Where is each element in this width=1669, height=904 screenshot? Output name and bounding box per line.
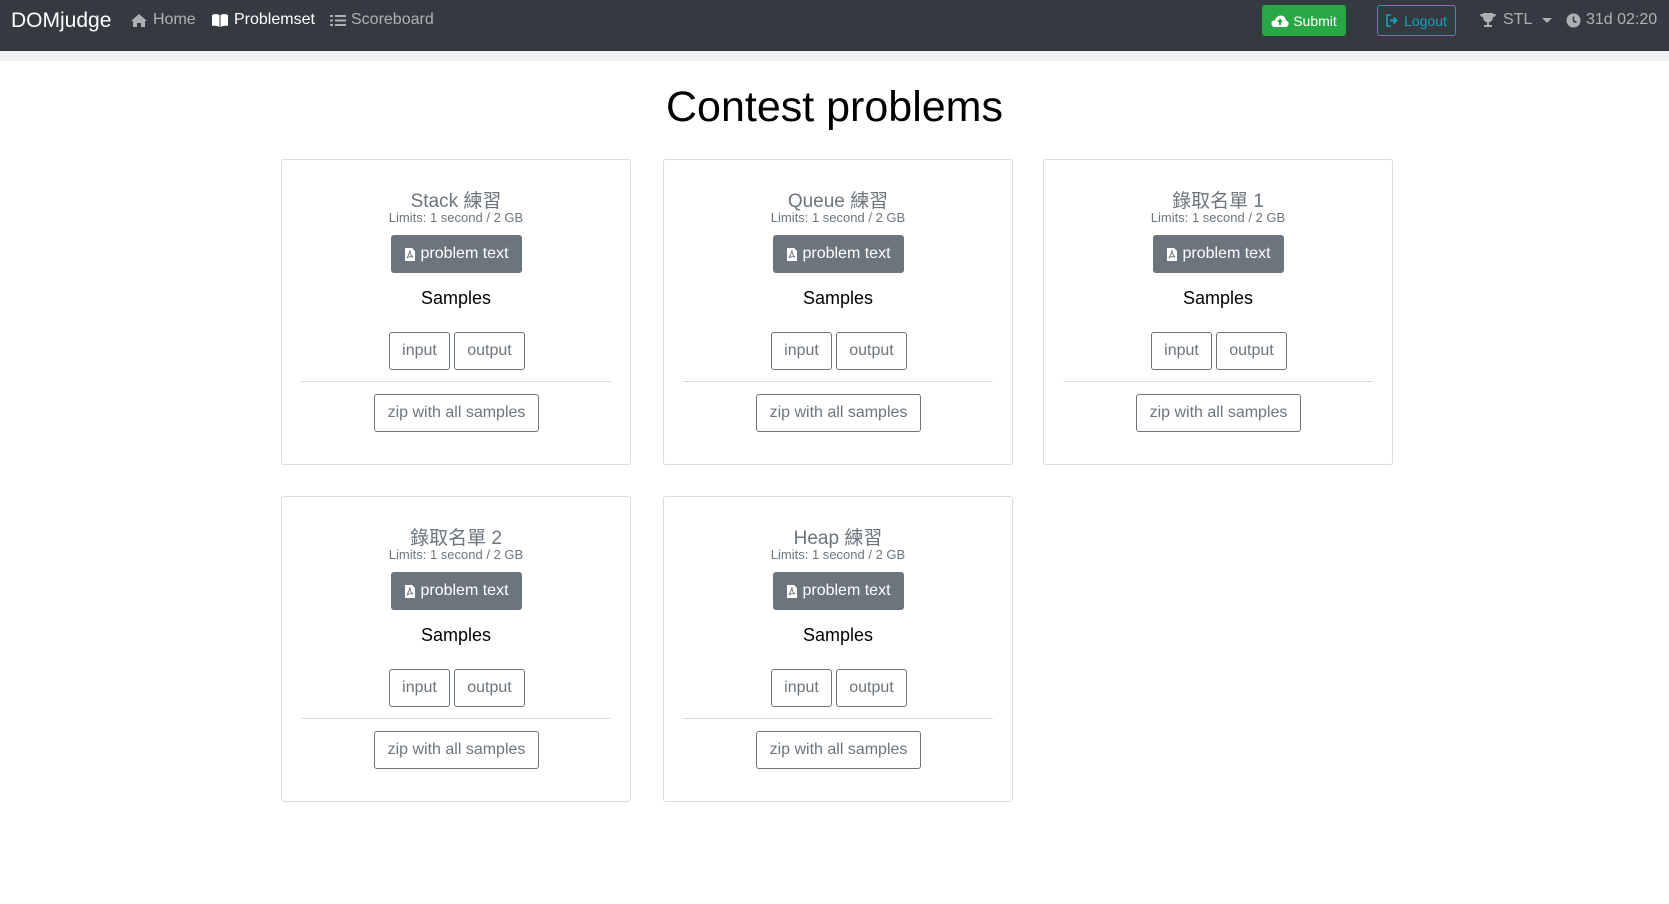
logout-label: Logout — [1404, 12, 1447, 29]
problem-limits: Limits: 1 second / 2 GB — [1150, 210, 1286, 225]
brand-logo[interactable]: DOMjudge — [11, 9, 111, 33]
nav-problemset-link[interactable]: Problemset — [211, 11, 315, 29]
samples-heading: Samples — [420, 625, 492, 645]
logout-button[interactable]: Logout — [1377, 5, 1456, 36]
problem-limits: Limits: 1 second / 2 GB — [770, 210, 906, 225]
zip-samples-button[interactable]: zip with all samples — [374, 731, 539, 769]
contest-dropdown[interactable]: STL — [1479, 11, 1553, 29]
nav-scoreboard-link[interactable]: Scoreboard — [330, 11, 434, 29]
problem-card: Queue 練習 Limits: 1 second / 2 GB problem… — [663, 159, 1013, 465]
samples-heading: Samples — [802, 288, 874, 308]
sample-output-button[interactable]: output — [836, 669, 907, 707]
submit-button[interactable]: Submit — [1262, 5, 1346, 36]
file-pdf-icon — [405, 584, 416, 598]
problem-text-label: problem text — [1182, 245, 1271, 262]
sign-out-icon — [1386, 14, 1398, 27]
nav-home-label: Home — [153, 11, 196, 28]
sample-output-button[interactable]: output — [836, 332, 907, 370]
file-pdf-icon — [405, 247, 416, 261]
card-divider — [683, 381, 993, 382]
problem-name: Stack 練習 — [410, 191, 502, 212]
card-divider — [301, 381, 611, 382]
card-divider — [301, 718, 611, 719]
problem-name: Queue 練習 — [787, 191, 889, 212]
problem-limits: Limits: 1 second / 2 GB — [388, 210, 524, 225]
problem-text-button[interactable]: problem text — [773, 572, 904, 610]
cloud-upload-icon — [1271, 15, 1289, 27]
zip-samples-button[interactable]: zip with all samples — [374, 394, 539, 432]
nav-home-link[interactable]: Home — [130, 11, 196, 29]
time-left: 31d 02:20 — [1586, 11, 1658, 28]
trophy-icon — [1480, 13, 1496, 27]
file-pdf-icon — [787, 584, 798, 598]
zip-samples-button[interactable]: zip with all samples — [756, 394, 921, 432]
samples-heading: Samples — [420, 288, 492, 308]
sample-input-button[interactable]: input — [771, 669, 832, 707]
sample-input-button[interactable]: input — [771, 332, 832, 370]
problem-name: 錄取名單 2 — [410, 528, 502, 549]
problem-card: 錄取名單 2 Limits: 1 second / 2 GB problem t… — [281, 496, 631, 802]
sample-input-button[interactable]: input — [1151, 332, 1212, 370]
problem-text-button[interactable]: problem text — [773, 235, 904, 273]
problem-text-button[interactable]: problem text — [391, 572, 522, 610]
problem-card: Heap 練習 Limits: 1 second / 2 GB problem … — [663, 496, 1013, 802]
contest-timer: 31d 02:20 — [1566, 11, 1657, 29]
problem-text-label: problem text — [420, 582, 509, 599]
problem-name: Heap 練習 — [793, 528, 883, 549]
sample-input-button[interactable]: input — [389, 669, 450, 707]
nav-scoreboard-label: Scoreboard — [351, 11, 434, 28]
sample-output-button[interactable]: output — [454, 332, 525, 370]
zip-samples-button[interactable]: zip with all samples — [1136, 394, 1301, 432]
samples-heading: Samples — [802, 625, 874, 645]
nav-problemset-label: Problemset — [234, 11, 315, 28]
problem-text-button[interactable]: problem text — [391, 235, 522, 273]
card-divider — [683, 718, 993, 719]
navbar-divider — [0, 51, 1669, 61]
clock-icon — [1566, 13, 1581, 27]
problem-card: 錄取名單 1 Limits: 1 second / 2 GB problem t… — [1043, 159, 1393, 465]
problem-limits: Limits: 1 second / 2 GB — [770, 547, 906, 562]
problem-name: 錄取名單 1 — [1172, 191, 1264, 212]
submit-label: Submit — [1293, 12, 1337, 29]
file-pdf-icon — [787, 247, 798, 261]
card-divider — [1063, 381, 1373, 382]
chevron-down-icon — [1542, 17, 1553, 23]
file-pdf-icon — [1167, 247, 1178, 261]
problem-limits: Limits: 1 second / 2 GB — [388, 547, 524, 562]
problem-text-label: problem text — [802, 582, 891, 599]
contest-label: STL — [1503, 11, 1533, 28]
sample-output-button[interactable]: output — [1216, 332, 1287, 370]
problem-text-button[interactable]: problem text — [1153, 235, 1284, 273]
problem-card: Stack 練習 Limits: 1 second / 2 GB problem… — [281, 159, 631, 465]
page-title: Contest problems — [666, 83, 1003, 131]
home-icon — [131, 13, 147, 27]
samples-heading: Samples — [1182, 288, 1254, 308]
list-icon — [330, 14, 346, 26]
top-navbar: DOMjudge Home Problemset Scoreboard Subm… — [0, 0, 1669, 51]
book-icon — [212, 13, 228, 27]
sample-output-button[interactable]: output — [454, 669, 525, 707]
zip-samples-button[interactable]: zip with all samples — [756, 731, 921, 769]
problem-text-label: problem text — [802, 245, 891, 262]
sample-input-button[interactable]: input — [389, 332, 450, 370]
problem-text-label: problem text — [420, 245, 509, 262]
